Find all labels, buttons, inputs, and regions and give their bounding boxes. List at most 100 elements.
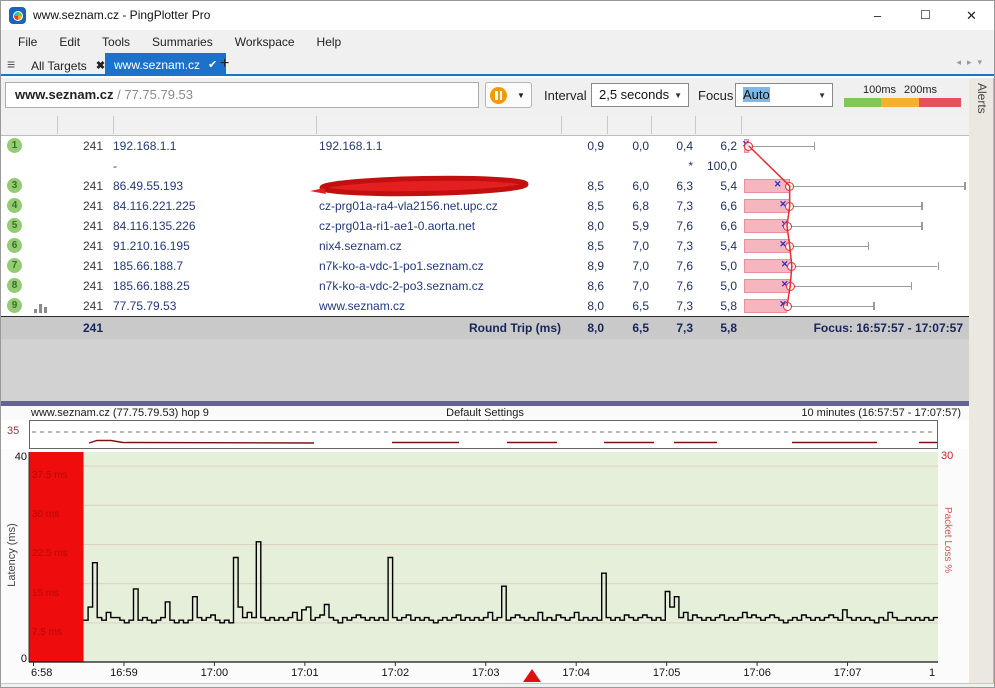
focus-value: Auto <box>743 87 770 102</box>
footer-cur: 7,3 <box>645 321 693 335</box>
graph-timespan-label: 10 minutes (16:57:57 - 17:07:57) <box>801 407 961 419</box>
x-tick-label: 17:05 <box>651 667 683 679</box>
hop-number-badge: 3 <box>7 178 22 193</box>
menu-workspace[interactable]: Workspace <box>224 30 306 53</box>
table-header: HopCountIPNameAvgMinCurPL%0 msLatency40 … <box>1 114 969 136</box>
footer-count: 241 <box>57 321 103 335</box>
cell-count: 241 <box>57 139 103 153</box>
round-trip-label: Round Trip (ms) <box>381 321 561 335</box>
focus-select[interactable]: Auto▼ <box>735 83 833 107</box>
cell-ip: 185.66.188.7 <box>113 259 183 273</box>
cell-count: 241 <box>57 199 103 213</box>
pause-button[interactable] <box>485 82 512 108</box>
x-tick-label: 17:06 <box>741 667 773 679</box>
cell-pl: 5,0 <box>689 259 737 273</box>
cell-min: 5,9 <box>601 219 649 233</box>
cell-pl: 6,6 <box>689 199 737 213</box>
x-tick-label: 17:03 <box>470 667 502 679</box>
column-separator <box>57 116 58 134</box>
minimize-button[interactable]: – <box>855 1 900 30</box>
gridline-label: 15 ms <box>32 588 59 599</box>
scale-200ms-label: 200ms <box>904 84 937 96</box>
cell-min: 6,5 <box>601 299 649 313</box>
y-axis-max: 40 <box>3 451 27 463</box>
cell-name: n7k-ko-a-vdc-2-po3.seznam.cz <box>319 279 484 293</box>
toolbar: www.seznam.cz / 77.75.79.53 ▼ Interval 2… <box>1 78 995 114</box>
footer-avg: 8,0 <box>554 321 604 335</box>
cell-ip: - <box>113 159 117 173</box>
cell-pl: 5,0 <box>689 279 737 293</box>
interval-label: Interval <box>544 88 587 103</box>
tab-scroll-arrows[interactable]: ◂▸▾ <box>956 57 988 68</box>
cell-avg: 8,5 <box>554 199 604 213</box>
cell-ip: 192.168.1.1 <box>113 139 176 153</box>
bar-chart-icon <box>34 303 50 313</box>
menu-tools[interactable]: Tools <box>91 30 141 53</box>
maximize-button[interactable]: ☐ <box>903 1 948 30</box>
cell-pl: 5,4 <box>689 179 737 193</box>
cell-name: cz-prg01a-ra4-vla2156.net.upc.cz <box>319 199 498 213</box>
cell-count: 241 <box>57 279 103 293</box>
latency-time-plot: 40 0 Latency (ms) 30 Packet Loss % 37.5 … <box>1 449 969 682</box>
focus-label: Focus <box>698 88 733 103</box>
new-tab-button[interactable]: + <box>220 55 229 73</box>
alerts-tab[interactable]: Alerts <box>975 83 989 114</box>
packet-loss-axis-max: 30 <box>941 450 953 462</box>
interval-select[interactable]: 2,5 seconds ▼ <box>591 83 689 107</box>
interval-value: 2,5 seconds <box>599 87 669 102</box>
alerts-sidebar: Alerts <box>969 78 995 688</box>
cell-cur: 7,6 <box>645 279 693 293</box>
column-separator <box>561 116 562 134</box>
scale-100ms-label: 100ms <box>863 84 896 96</box>
graph-header: www.seznam.cz (77.75.79.53) hop 9 Defaul… <box>1 406 969 420</box>
cell-cur: 7,3 <box>645 299 693 313</box>
x-tick-label: 6:58 <box>31 667 52 679</box>
gridline-label: 22.5 ms <box>32 548 68 559</box>
cell-ip: 84.116.221.225 <box>113 199 196 213</box>
cell-min: 6,8 <box>601 199 649 213</box>
close-button[interactable]: ✕ <box>949 1 994 30</box>
latency-scale-red <box>919 98 961 107</box>
target-address-box[interactable]: www.seznam.cz / 77.75.79.53 <box>5 82 479 108</box>
cell-count: 241 <box>57 219 103 233</box>
time-marker-triangle[interactable] <box>523 669 541 682</box>
cell-avg: 8,6 <box>554 279 604 293</box>
packet-loss-axis-title: Packet Loss % <box>942 507 953 573</box>
column-separator <box>741 116 742 134</box>
cell-min: 6,0 <box>601 179 649 193</box>
y-axis-title: Latency (ms) <box>6 510 18 600</box>
menu-help[interactable]: Help <box>306 30 353 53</box>
menu-edit[interactable]: Edit <box>48 30 91 53</box>
empty-area <box>1 339 969 401</box>
menu-file[interactable]: File <box>7 30 48 53</box>
cell-min: 7,0 <box>601 239 649 253</box>
cell-avg: 8,0 <box>554 219 604 233</box>
cell-min: 7,0 <box>601 259 649 273</box>
cell-name: cz-prg01a-ri1-ae1-0.aorta.net <box>319 219 475 233</box>
cell-avg: 8,0 <box>554 299 604 313</box>
tab-all-targets-label: All Targets <box>31 59 87 73</box>
jitter-strip <box>29 420 938 449</box>
x-tick-label: 17:01 <box>289 667 321 679</box>
cell-pl: 6,6 <box>689 219 737 233</box>
tab-all-targets[interactable]: All Targets ✖ <box>25 55 111 76</box>
tab-seznam[interactable]: www.seznam.cz ✔ <box>105 53 226 76</box>
cell-count: 241 <box>57 299 103 313</box>
column-separator <box>113 116 114 134</box>
menu-summaries[interactable]: Summaries <box>141 30 224 53</box>
hamburger-icon[interactable]: ≡ <box>7 56 15 72</box>
tab-close-icon[interactable]: ✖ <box>96 59 105 72</box>
cell-cur: * <box>645 159 693 173</box>
chevron-down-icon: ▼ <box>674 84 682 108</box>
tab-check-icon: ✔ <box>208 58 217 71</box>
menu-bar: FileEditToolsSummariesWorkspaceHelp <box>1 30 995 53</box>
pause-dropdown-button[interactable]: ▼ <box>511 82 532 108</box>
cell-avg: 8,5 <box>554 239 604 253</box>
cell-ip: 84.116.135.226 <box>113 219 196 233</box>
x-axis-labels: 6:5816:5917:0017:0117:0217:0317:0417:051… <box>1 666 969 683</box>
redaction-scribble <box>306 174 536 198</box>
target-ip: / 77.75.79.53 <box>114 87 194 102</box>
cell-cur: 7,3 <box>645 199 693 213</box>
footer-min: 6,5 <box>601 321 649 335</box>
hop-number-badge: 1 <box>7 138 22 153</box>
